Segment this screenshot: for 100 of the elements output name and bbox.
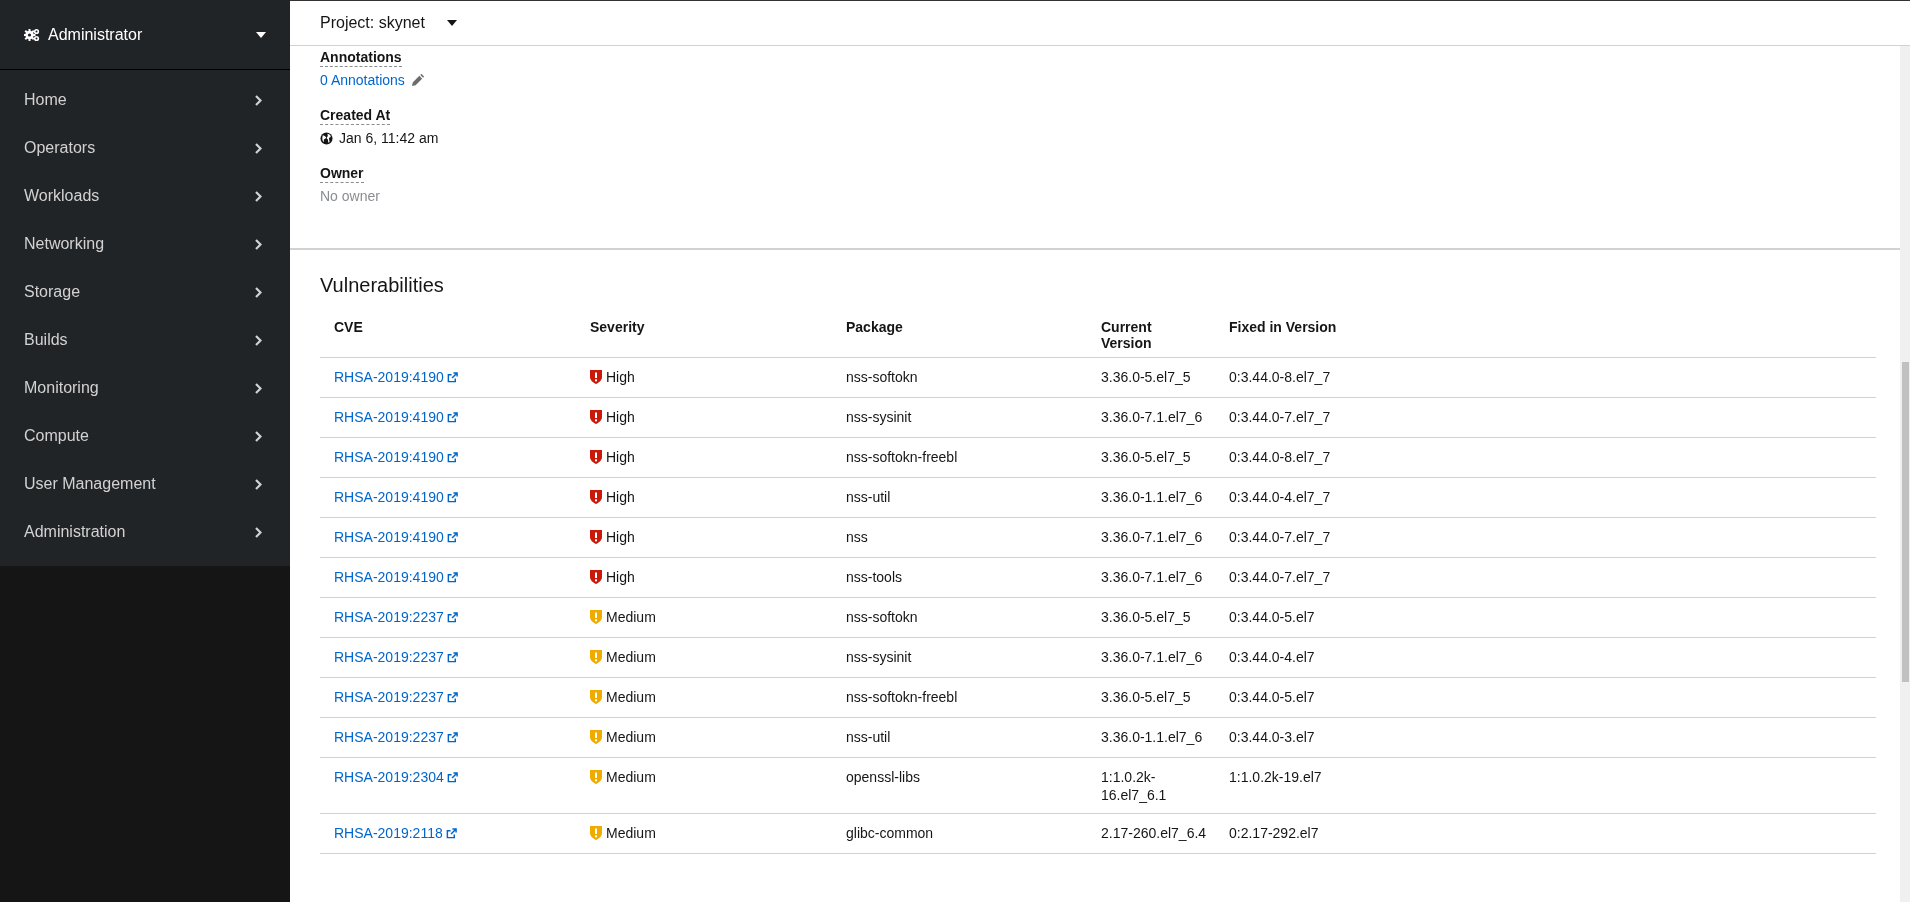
chevron-right-icon xyxy=(255,286,262,298)
version-cell-text: 1:1.0.2k-16.el7_6.1 xyxy=(1101,768,1168,804)
external-link-icon xyxy=(446,571,458,583)
chevron-right-icon xyxy=(255,94,262,106)
external-link-icon xyxy=(446,611,458,623)
package-cell: glibc-common xyxy=(846,824,934,842)
version-cell: 3.36.0-7.1.el7_6 xyxy=(1101,568,1203,586)
nav-item[interactable]: Administration xyxy=(0,508,290,556)
version-cell: 3.36.0-5.el7_5 xyxy=(1101,608,1191,626)
version-cell: 3.36.0-5.el7_5 xyxy=(1101,688,1191,706)
version-cell: 3.36.0-5.el7_5 xyxy=(1101,448,1191,466)
package-cell: nss-sysinit xyxy=(846,648,912,666)
severity-label: High xyxy=(606,408,635,426)
cve-link[interactable]: RHSA-2019:2304 xyxy=(334,768,458,786)
fixed-version-cell: 0:3.44.0-8.el7_7 xyxy=(1229,448,1331,466)
cve-link[interactable]: RHSA-2019:4190 xyxy=(334,408,458,426)
package-cell: nss-softokn-freebl xyxy=(846,448,958,466)
fixed-version-cell: 0:3.44.0-4.el7 xyxy=(1229,648,1315,666)
package-cell: nss-softokn xyxy=(846,368,918,386)
column-header: CVE xyxy=(334,319,363,335)
package-cell: nss xyxy=(846,528,868,546)
owner-value: No owner xyxy=(320,188,380,204)
severity-label: Medium xyxy=(606,824,656,842)
nav-item[interactable]: User Management xyxy=(0,460,290,508)
nav-item[interactable]: Home xyxy=(0,76,290,124)
nav-item[interactable]: Workloads xyxy=(0,172,290,220)
nav-item[interactable]: Compute xyxy=(0,412,290,460)
fixed-version-cell: 0:3.44.0-4.el7_7 xyxy=(1229,488,1331,506)
fixed-version-cell: 0:3.44.0-7.el7_7 xyxy=(1229,528,1331,546)
fixed-version-cell: 0:3.44.0-7.el7_7 xyxy=(1229,408,1331,426)
version-cell: 2.17-260.el7_6.4 xyxy=(1101,824,1207,842)
version-cell: 3.36.0-1.1.el7_6 xyxy=(1101,488,1203,506)
detail-label: Created At xyxy=(320,107,391,125)
cve-link[interactable]: RHSA-2019:2237 xyxy=(334,608,458,626)
chevron-right-icon xyxy=(255,142,262,154)
chevron-right-icon xyxy=(255,382,262,394)
column-header: Current Version xyxy=(1101,319,1153,351)
fixed-version-cell: 0:3.44.0-8.el7_7 xyxy=(1229,368,1331,386)
package-cell: nss-softokn xyxy=(846,608,918,626)
detail-label: Annotations xyxy=(320,49,402,67)
annotations-link[interactable]: 0 Annotations xyxy=(320,72,405,88)
severity-label: Medium xyxy=(606,728,656,746)
severity-label: High xyxy=(606,568,635,586)
cve-link[interactable]: RHSA-2019:4190 xyxy=(334,368,458,386)
column-header: Severity xyxy=(590,319,645,335)
cve-link[interactable]: RHSA-2019:2237 xyxy=(334,688,458,706)
column-header: Fixed in Version xyxy=(1229,319,1337,335)
chevron-right-icon xyxy=(255,334,262,346)
section-title: Vulnerabilities xyxy=(320,274,445,297)
version-cell: 3.36.0-1.1.el7_6 xyxy=(1101,728,1203,746)
cve-link[interactable]: RHSA-2019:4190 xyxy=(334,488,458,506)
external-link-icon xyxy=(446,651,458,663)
created-time: Jan 6, 11:42 am xyxy=(339,130,439,146)
severity-label: Medium xyxy=(606,608,656,626)
package-cell: nss-util xyxy=(846,728,891,746)
caret-icon xyxy=(446,20,457,26)
fixed-version-cell: 1:1.0.2k-19.el7 xyxy=(1229,768,1322,786)
severity-label: High xyxy=(606,528,635,546)
package-cell: nss-util xyxy=(846,488,891,506)
package-cell: openssl-libs xyxy=(846,768,920,786)
version-cell: 3.36.0-5.el7_5 xyxy=(1101,368,1191,386)
fixed-version-cell: 0:3.44.0-3.el7 xyxy=(1229,728,1315,746)
external-link-icon xyxy=(446,771,458,783)
cve-link[interactable]: RHSA-2019:4190 xyxy=(334,448,458,466)
severity-label: Medium xyxy=(606,688,656,706)
external-link-icon xyxy=(446,731,458,743)
detail-label: Owner xyxy=(320,165,364,183)
fixed-version-cell: 0:3.44.0-5.el7 xyxy=(1229,608,1315,626)
severity-label: Medium xyxy=(606,648,656,666)
project-dropdown[interactable]: Project: skynet xyxy=(320,14,461,32)
perspective-switcher[interactable]: Administrator xyxy=(0,0,290,70)
cve-link[interactable]: RHSA-2019:2237 xyxy=(334,648,458,666)
column-header: Package xyxy=(846,319,903,335)
fixed-version-cell: 0:3.44.0-5.el7 xyxy=(1229,688,1315,706)
nav-item[interactable]: Monitoring xyxy=(0,364,290,412)
fixed-version-cell: 0:3.44.0-7.el7_7 xyxy=(1229,568,1331,586)
cve-link[interactable]: RHSA-2019:2237 xyxy=(334,728,458,746)
nav-item[interactable]: Storage xyxy=(0,268,290,316)
nav-item[interactable]: Builds xyxy=(0,316,290,364)
chevron-right-icon xyxy=(255,238,262,250)
external-link-icon xyxy=(446,451,458,463)
chevron-right-icon xyxy=(255,430,262,442)
external-link-icon xyxy=(446,691,458,703)
nav-item[interactable]: Networking xyxy=(0,220,290,268)
severity-label: High xyxy=(606,488,635,506)
package-cell: nss-sysinit xyxy=(846,408,912,426)
cve-link[interactable]: RHSA-2019:4190 xyxy=(334,528,458,546)
package-cell: nss-softokn-freebl xyxy=(846,688,958,706)
cve-link[interactable]: RHSA-2019:2118 xyxy=(334,824,457,842)
severity-label: High xyxy=(606,368,635,386)
chevron-right-icon xyxy=(255,526,262,538)
chevron-right-icon xyxy=(255,190,262,202)
package-cell: nss-tools xyxy=(846,568,903,586)
scrollbar[interactable] xyxy=(1900,46,1910,902)
severity-label: High xyxy=(606,448,635,466)
pencil-icon xyxy=(410,73,424,87)
cve-link[interactable]: RHSA-2019:4190 xyxy=(334,568,458,586)
version-cell: 3.36.0-7.1.el7_6 xyxy=(1101,528,1203,546)
caret-icon xyxy=(256,31,266,38)
nav-item[interactable]: Operators xyxy=(0,124,290,172)
